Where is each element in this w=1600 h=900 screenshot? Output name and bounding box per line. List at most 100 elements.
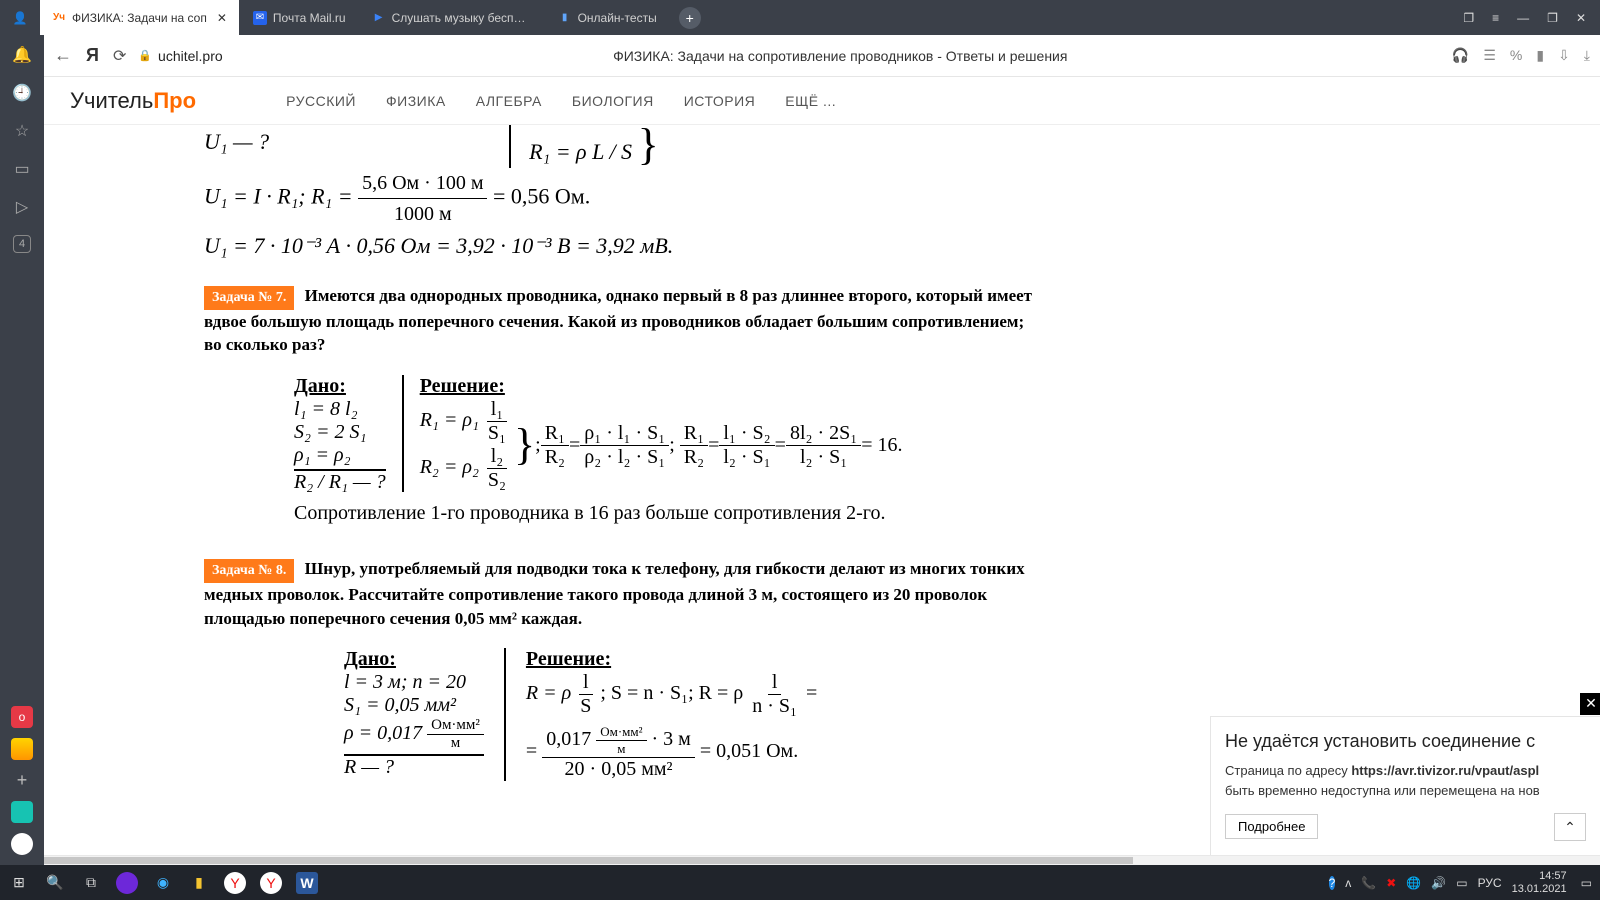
math-text: = (526, 740, 537, 762)
browser-tab[interactable]: ▶ Слушать музыку бесплат (360, 0, 544, 35)
collections-icon[interactable]: ▭ (14, 159, 29, 179)
brand-text: Учитель (70, 88, 153, 113)
nav-item[interactable]: ФИЗИКА (386, 93, 446, 109)
maximize-button[interactable]: ❐ (1547, 11, 1558, 25)
yandex-app-icon[interactable]: Y (260, 872, 282, 894)
network-icon[interactable]: 🌐 (1406, 876, 1421, 890)
error-url: https://avr.tivizor.ru/vpaut/aspl (1351, 763, 1539, 778)
error-description-2: быть временно недоступна или перемещена … (1225, 782, 1590, 800)
language-indicator[interactable]: РУС (1478, 876, 1502, 890)
problem-7-solution: Дано: l₁ = 8 l₂ S₂ = 2 S₁ ρ₁ = ρ₂ R₂ / R… (204, 369, 1574, 531)
frac-num: R₁ (541, 422, 569, 446)
add-panel-button[interactable]: + (17, 770, 28, 791)
user-avatar-icon[interactable]: 👤 (0, 11, 40, 25)
scrollbar-thumb[interactable] (44, 857, 1133, 864)
frac-num: ρ₁ · l₁ · S₁ (580, 422, 669, 446)
mail-service-icon[interactable] (11, 738, 33, 760)
close-panel-button[interactable]: ✕ (1580, 693, 1600, 715)
edge-icon[interactable]: ◉ (152, 872, 174, 894)
star-icon[interactable]: ☆ (15, 121, 29, 141)
frac-num: l₁ (487, 398, 508, 422)
tab-title: ФИЗИКА: Задачи на соп (72, 11, 207, 25)
clock-time: 14:57 (1512, 870, 1567, 883)
frac-den: n · S₁ (748, 695, 801, 718)
headphones-icon[interactable]: 🎧 (1452, 47, 1469, 64)
horizontal-scrollbar[interactable] (44, 855, 1600, 865)
given-heading: Дано: (344, 648, 484, 671)
app-icon[interactable] (116, 872, 138, 894)
security-icon[interactable]: ✖ (1386, 876, 1396, 890)
frac-num: 8l₂ · 2S₁ (786, 422, 861, 446)
history-icon[interactable]: 🕘 (12, 83, 32, 103)
translate-icon[interactable]: % (1510, 47, 1522, 64)
nav-item[interactable]: БИОЛОГИЯ (572, 93, 654, 109)
site-logo[interactable]: УчительПро (70, 88, 196, 114)
frac-num: l (768, 671, 782, 695)
service-icon[interactable]: о (11, 706, 33, 728)
math-text: = 0,56 Ом. (493, 184, 590, 209)
task-view-icon[interactable]: ⧉ (80, 872, 102, 894)
system-clock[interactable]: 14:57 13.01.2021 (1512, 870, 1571, 895)
nav-item-more[interactable]: ЕЩЁ ... (785, 93, 836, 109)
frac-den: R₂ (680, 446, 708, 469)
play-icon[interactable]: ▷ (16, 197, 28, 217)
browser-tab[interactable]: ✉ Почта Mail.ru (241, 0, 358, 35)
tab-close-icon[interactable]: ✕ (217, 11, 227, 25)
frac-num: l₁ · S₂ (719, 422, 774, 446)
volume-icon[interactable]: 🔊 (1431, 876, 1446, 890)
browser-tab[interactable]: ▮ Онлайн-тесты (546, 0, 669, 35)
problem-7: Задача № 7. Имеются два однородных прово… (204, 284, 1039, 357)
copy-icon[interactable]: ❐ (1463, 11, 1474, 25)
math-text: U₁ — ? (204, 129, 269, 154)
menu-icon[interactable]: ≡ (1492, 11, 1499, 25)
math-text: l = 3 м; n = 20 (344, 671, 466, 693)
close-button[interactable]: ✕ (1576, 11, 1586, 25)
math-text: R₁ = ρ ⁠L / S (529, 139, 632, 164)
bell-icon[interactable]: 🔔 (12, 45, 32, 65)
minimize-button[interactable]: — (1517, 11, 1529, 25)
badge-count[interactable]: 4 (13, 235, 31, 253)
url-domain[interactable]: uchitel.pro (158, 48, 223, 64)
math-text: R = ρ (526, 682, 571, 704)
lock-icon[interactable]: 🔒 (138, 49, 152, 62)
app-icon[interactable] (11, 801, 33, 823)
more-details-button[interactable]: Подробнее (1225, 814, 1318, 839)
reader-icon[interactable]: ☰ (1483, 47, 1496, 64)
site-nav: РУССКИЙ ФИЗИКА АЛГЕБРА БИОЛОГИЯ ИСТОРИЯ … (286, 93, 836, 109)
math-text: = 0,051 Ом. (700, 740, 798, 762)
math-text: 0,017 (546, 728, 591, 750)
solution-heading: Решение: (526, 648, 817, 671)
nav-item[interactable]: ИСТОРИЯ (684, 93, 756, 109)
reload-button[interactable]: ⟳ (113, 46, 126, 66)
address-bar: ← Я ⟳ 🔒 uchitel.pro ФИЗИКА: Задачи на со… (44, 35, 1600, 77)
notifications-icon[interactable]: ▭ (1581, 876, 1592, 890)
download-icon[interactable]: ⤓ (1584, 47, 1590, 64)
nav-item[interactable]: АЛГЕБРА (476, 93, 542, 109)
sidebar-toggle-icon[interactable]: ⇩ (1558, 47, 1570, 64)
brand-accent: Про (153, 88, 196, 113)
yandex-app-icon[interactable]: Y (224, 872, 246, 894)
collapse-button[interactable]: ⌃ (1554, 813, 1586, 841)
yandex-button[interactable]: Я (86, 45, 99, 66)
bookmark-icon[interactable]: ▮ (1536, 47, 1544, 64)
problem-text: Имеются два однородных проводника, однак… (204, 286, 1032, 354)
phone-icon[interactable]: 📞 (1361, 876, 1376, 890)
start-button[interactable]: ⊞ (8, 872, 30, 894)
new-tab-button[interactable]: + (679, 7, 701, 29)
tray-chevron-icon[interactable]: ᴧ (1345, 876, 1351, 890)
nav-item[interactable]: РУССКИЙ (286, 93, 356, 109)
alisa-icon[interactable] (11, 833, 33, 855)
clock-date: 13.01.2021 (1512, 883, 1567, 896)
frac-den: S (576, 695, 595, 718)
math-text: = (806, 682, 817, 704)
browser-tab-active[interactable]: Уч ФИЗИКА: Задачи на соп ✕ (40, 0, 239, 35)
word-icon[interactable]: W (296, 872, 318, 894)
frac-den: м (613, 741, 629, 757)
help-icon[interactable]: ? (1329, 876, 1336, 890)
battery-icon[interactable]: ▭ (1456, 876, 1467, 890)
conclusion-text: Сопротивление 1-го проводника в 16 раз б… (294, 502, 1574, 525)
explorer-icon[interactable]: ▮ (188, 872, 210, 894)
back-button[interactable]: ← (54, 45, 72, 66)
frac-den: l₂ · S₁ (796, 446, 851, 469)
search-icon[interactable]: 🔍 (44, 872, 66, 894)
